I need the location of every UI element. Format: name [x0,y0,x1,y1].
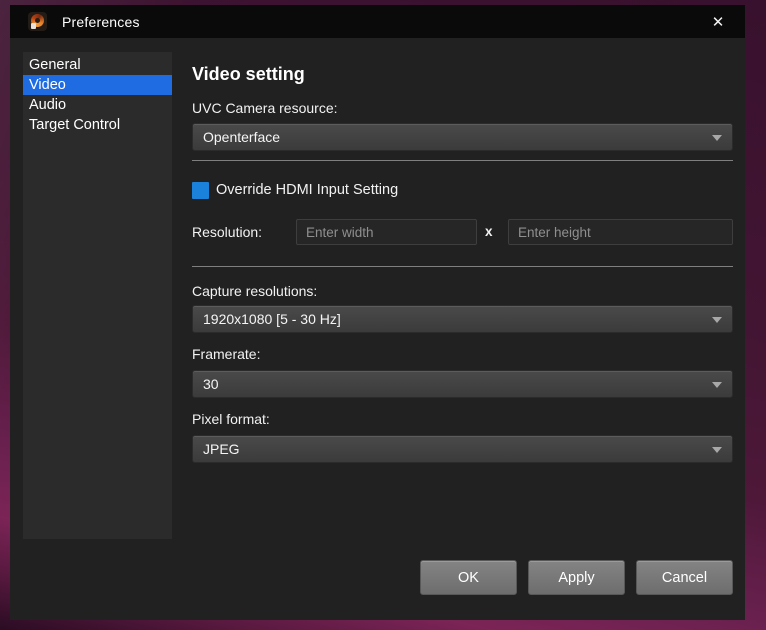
framerate-select[interactable]: 30 [192,370,733,398]
ok-button[interactable]: OK [420,560,517,595]
pixel-format-select[interactable]: JPEG [192,435,733,463]
app-logo-icon [28,12,47,31]
logo-dot [31,23,36,29]
page-title: Video setting [192,64,305,85]
framerate-label: Framerate: [192,346,260,362]
sidebar-item-video[interactable]: Video [23,75,172,95]
cancel-button[interactable]: Cancel [636,560,733,595]
resolution-height-input[interactable] [508,219,733,245]
override-hdmi-checkbox[interactable] [192,182,209,199]
preferences-dialog: Preferences ✕ General Video Audio Target… [10,5,745,620]
apply-button[interactable]: Apply [528,560,625,595]
window-title: Preferences [62,14,140,30]
divider [192,160,733,161]
sidebar-item-target-control[interactable]: Target Control [23,115,172,135]
sidebar-item-audio[interactable]: Audio [23,95,172,115]
video-settings-panel: Video setting UVC Camera resource: Opent… [192,5,733,620]
capture-resolutions-select[interactable]: 1920x1080 [5 - 30 Hz] [192,305,733,333]
chevron-down-icon [712,382,722,388]
category-sidebar: General Video Audio Target Control [23,52,172,539]
override-hdmi-label[interactable]: Override HDMI Input Setting [216,182,398,198]
chevron-down-icon [712,317,722,323]
resolution-label: Resolution: [192,224,262,240]
capture-resolutions-label: Capture resolutions: [192,283,317,299]
capture-resolutions-value: 1920x1080 [5 - 30 Hz] [203,311,341,327]
chevron-down-icon [712,135,722,141]
divider [192,266,733,267]
chevron-down-icon [712,447,722,453]
pixel-format-value: JPEG [203,441,240,457]
resolution-x-separator: x [485,224,493,239]
uvc-camera-select[interactable]: Openterface [192,123,733,151]
uvc-camera-value: Openterface [203,129,280,145]
framerate-value: 30 [203,376,219,392]
uvc-camera-label: UVC Camera resource: [192,100,338,116]
sidebar-item-general[interactable]: General [23,55,172,75]
resolution-width-input[interactable] [296,219,477,245]
pixel-format-label: Pixel format: [192,411,270,427]
